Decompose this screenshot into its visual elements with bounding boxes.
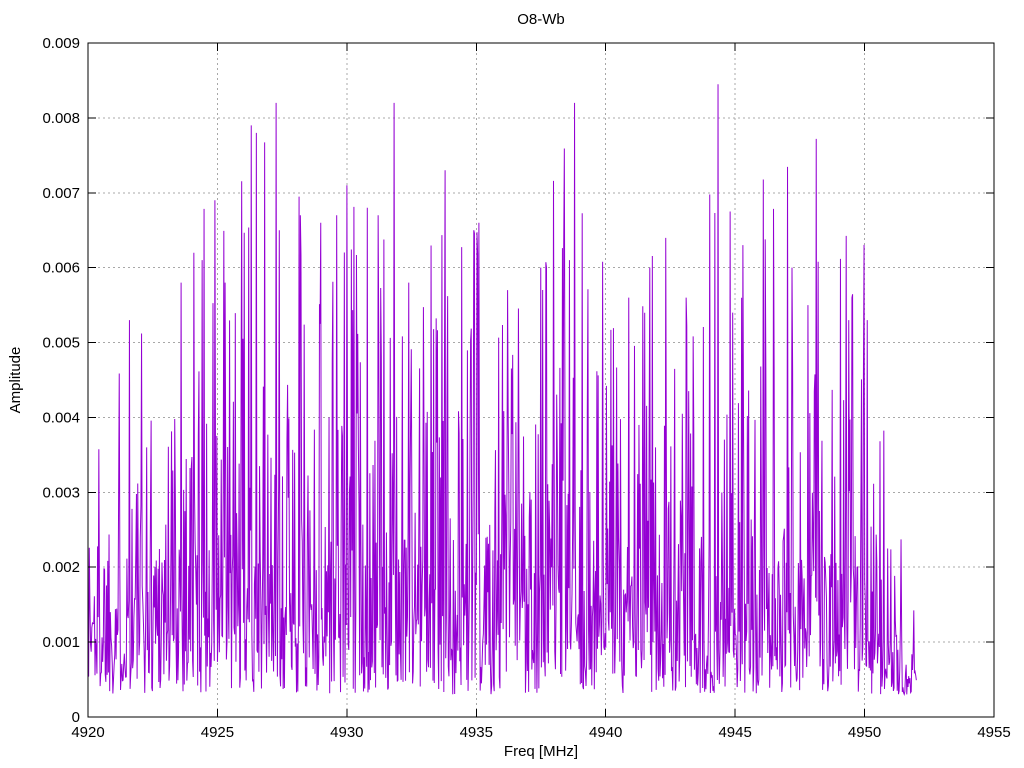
x-tick-label: 4925 <box>201 724 234 741</box>
spectrum-trace <box>87 84 917 696</box>
y-tick-label: 0.007 <box>42 185 80 202</box>
x-tick-label: 4930 <box>330 724 363 741</box>
y-tick-label: 0.005 <box>42 335 80 352</box>
y-axis-label: Amplitude <box>7 347 24 414</box>
x-axis-label: Freq [MHz] <box>504 743 578 760</box>
y-tick-label: 0.003 <box>42 484 80 501</box>
y-tick-label: 0.008 <box>42 110 80 127</box>
chart-title: O8-Wb <box>517 11 565 28</box>
x-tick-label: 4935 <box>460 724 493 741</box>
plot-canvas: 00.0010.0020.0030.0040.0050.0060.0070.00… <box>7 11 1011 760</box>
y-tick-label: 0.002 <box>42 559 80 576</box>
x-tick-label: 4940 <box>589 724 622 741</box>
x-tick-label: 4945 <box>718 724 751 741</box>
x-tick-label: 4950 <box>848 724 881 741</box>
y-tick-label: 0.001 <box>42 634 80 651</box>
y-tick-label: 0.009 <box>42 35 80 52</box>
x-tick-label: 4955 <box>977 724 1010 741</box>
y-tick-label: 0.004 <box>42 409 80 426</box>
spectrum-line <box>87 84 917 696</box>
y-tick-label: 0.006 <box>42 260 80 277</box>
x-tick-label: 4920 <box>71 724 104 741</box>
spectrum-chart: 0 0.001 0.002 0.003 0.004 0.005 0.006 0.007 0.00… <box>0 0 1024 768</box>
